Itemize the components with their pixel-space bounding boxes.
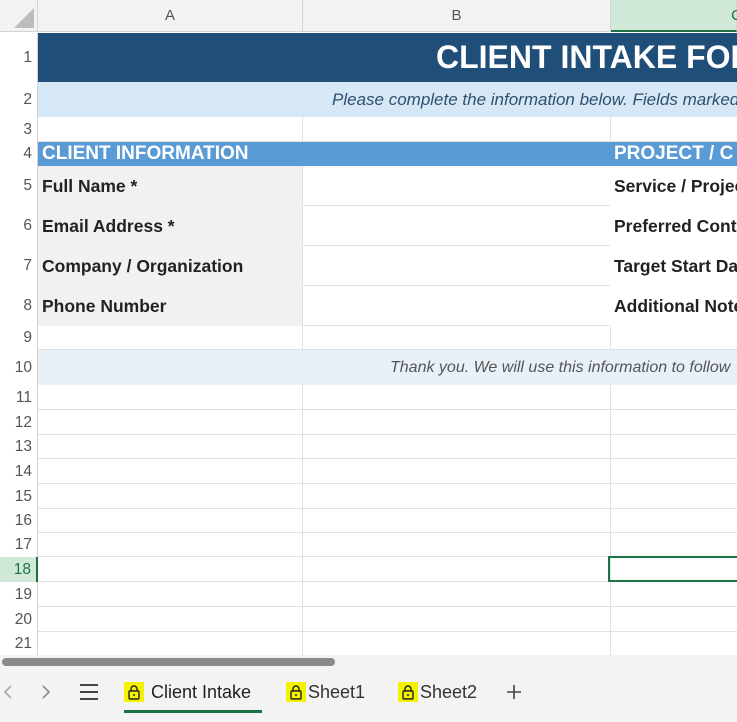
hamburger-menu-icon[interactable] [80,684,98,700]
active-cell-c18[interactable] [608,556,737,582]
grid-line [302,325,610,326]
column-header-a[interactable]: A [38,0,303,32]
section-project-label: PROJECT / C [614,143,734,164]
row-header[interactable]: 7 [0,246,38,286]
grid-line [38,458,737,459]
row-header[interactable]: 20 [0,607,38,632]
column-header-b[interactable]: B [303,0,611,32]
section-project[interactable]: PROJECT / C [610,142,737,166]
thank-you-text: Thank you. We will use this information … [390,359,731,376]
row-header[interactable]: 8 [0,286,38,326]
row-header[interactable]: 3 [0,117,38,142]
field-label-contact[interactable]: Preferred Contact [610,206,737,246]
row-header[interactable]: 16 [0,509,38,533]
sheet-tab-bar [0,669,737,722]
row-header[interactable]: 15 [0,484,38,509]
row-header[interactable]: 19 [0,582,38,607]
thank-you-band[interactable]: Thank you. We will use this information … [38,350,737,385]
section-header-fill[interactable] [303,142,610,166]
field-label-full-name[interactable]: Full Name * [38,166,302,206]
sheet-tab-sheet2[interactable]: Sheet2 [398,678,477,706]
grid-line [38,606,737,607]
sheet-tab-label: Sheet1 [308,681,366,702]
select-all-corner[interactable] [0,0,38,32]
chevron-right-icon[interactable] [40,678,52,706]
sheet-tab-label: Client Intake [151,681,252,702]
row-header[interactable]: 14 [0,459,38,484]
lock-icon [124,682,144,702]
column-header-c[interactable]: C [611,0,737,32]
grid-line [302,117,303,142]
grid-line [302,166,303,350]
sheet-tab-sheet1[interactable]: Sheet1 [286,678,365,706]
active-tab-indicator [124,710,262,713]
grid-line [302,285,610,286]
row-header[interactable]: 4 [0,142,38,166]
form-subtitle-band[interactable]: Please complete the information below. F… [38,82,737,117]
grid-line [38,631,737,632]
section-client-label: CLIENT INFORMATION [42,143,249,164]
chevron-left-icon[interactable] [2,678,14,706]
scrollbar-thumb[interactable] [2,658,335,666]
grid-line [610,326,611,350]
row-header[interactable]: 21 [0,632,38,655]
row-header[interactable]: 5 [0,166,38,206]
grid-line [38,483,737,484]
lock-icon [286,682,306,702]
form-title-band[interactable]: CLIENT INTAKE FORM [38,33,737,82]
row-header[interactable]: 9 [0,326,38,350]
plus-icon[interactable] [505,678,523,706]
sheet-tab-client-intake[interactable]: Client Intake [124,678,251,706]
grid-line [38,434,737,435]
row-header[interactable]: 17 [0,533,38,557]
grid-line [302,245,610,246]
field-label-phone[interactable]: Phone Number [38,286,302,326]
grid-line [610,117,611,142]
row-header[interactable]: 6 [0,206,38,246]
field-label-service[interactable]: Service / Project [610,166,737,206]
section-client-information[interactable]: CLIENT INFORMATION [38,142,303,166]
grid-line [38,532,737,533]
grid-line [38,508,737,509]
row-header[interactable]: 12 [0,410,38,435]
row-header[interactable]: 11 [0,385,38,410]
form-title: CLIENT INTAKE FORM [436,39,737,75]
row-header[interactable]: 1 [0,33,38,82]
grid-line [610,385,611,655]
field-label-notes[interactable]: Additional Notes [610,286,737,326]
row-header[interactable]: 10 [0,350,38,385]
row-header-selected[interactable]: 18 [0,557,38,582]
grid-line [302,205,610,206]
row-header[interactable]: 2 [0,82,38,117]
field-label-company[interactable]: Company / Organization [38,246,302,286]
field-label-start-date[interactable]: Target Start Date [610,246,737,286]
form-subtitle: Please complete the information below. F… [332,90,737,109]
grid-line [302,385,303,655]
field-label-email[interactable]: Email Address * [38,206,302,246]
row-header[interactable]: 13 [0,435,38,459]
sheet-tab-label: Sheet2 [420,681,478,702]
grid-line [38,409,737,410]
lock-icon [398,682,418,702]
